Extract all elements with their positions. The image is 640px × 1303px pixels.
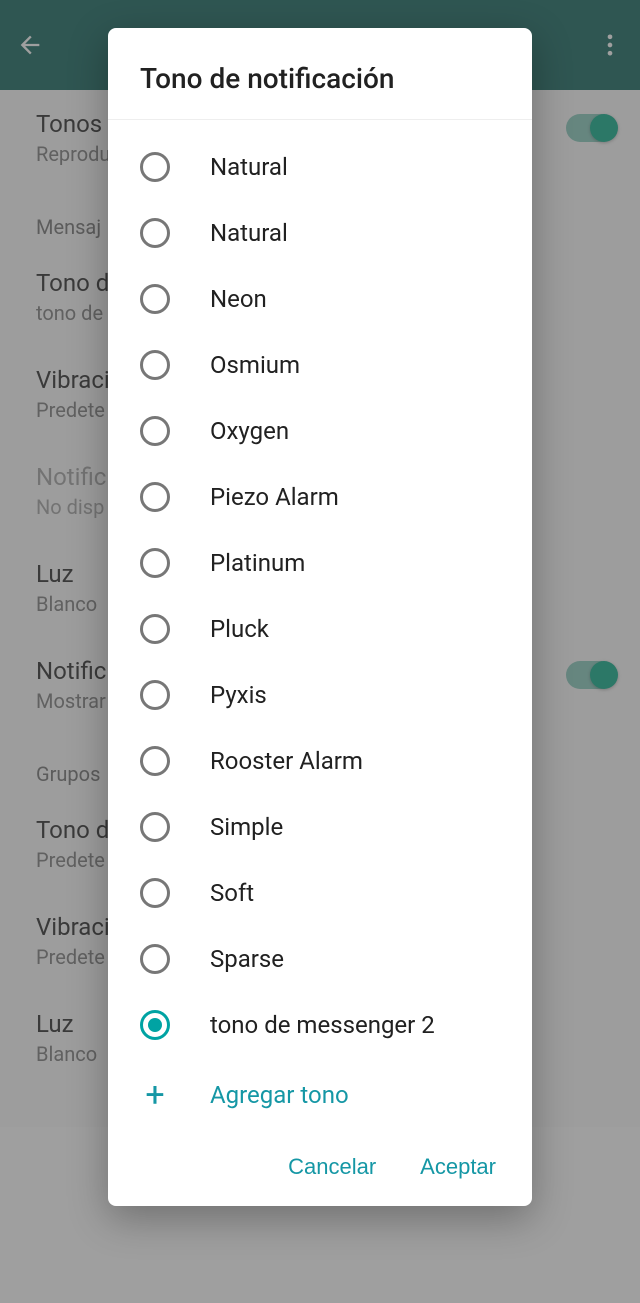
tone-option[interactable]: Natural bbox=[108, 200, 532, 266]
cancel-button[interactable]: Cancelar bbox=[288, 1154, 376, 1180]
radio-icon bbox=[140, 548, 170, 578]
radio-icon bbox=[140, 482, 170, 512]
tone-option[interactable]: Pyxis bbox=[108, 662, 532, 728]
tone-option[interactable]: Neon bbox=[108, 266, 532, 332]
tone-option[interactable]: tono de messenger 2 bbox=[108, 992, 532, 1058]
add-tone-row[interactable]: + Agregar tono bbox=[108, 1058, 532, 1132]
tone-label: Oxygen bbox=[210, 417, 289, 445]
radio-icon bbox=[140, 218, 170, 248]
radio-icon bbox=[140, 878, 170, 908]
tone-option[interactable]: Soft bbox=[108, 860, 532, 926]
dialog-title: Tono de notificación bbox=[140, 62, 500, 95]
tone-option[interactable]: Platinum bbox=[108, 530, 532, 596]
tone-option[interactable]: Pluck bbox=[108, 596, 532, 662]
radio-icon bbox=[140, 1010, 170, 1040]
dialog-header: Tono de notificación bbox=[108, 28, 532, 120]
radio-icon bbox=[140, 284, 170, 314]
radio-icon bbox=[140, 944, 170, 974]
tone-label: Pyxis bbox=[210, 681, 267, 709]
tone-option[interactable]: Osmium bbox=[108, 332, 532, 398]
radio-icon bbox=[140, 812, 170, 842]
plus-icon: + bbox=[140, 1080, 170, 1110]
tone-option[interactable]: Natural bbox=[108, 134, 532, 200]
tone-label: Neon bbox=[210, 285, 267, 313]
tone-label: Pluck bbox=[210, 615, 269, 643]
radio-icon bbox=[140, 680, 170, 710]
tone-label: tono de messenger 2 bbox=[210, 1011, 435, 1039]
add-tone-label: Agregar tono bbox=[210, 1081, 349, 1109]
tone-option[interactable]: Simple bbox=[108, 794, 532, 860]
tone-option-list[interactable]: Natural Natural Neon Osmium Oxygen Piezo Alar… bbox=[108, 120, 532, 1136]
tone-option[interactable]: Rooster Alarm bbox=[108, 728, 532, 794]
tone-label: Piezo Alarm bbox=[210, 483, 339, 511]
accept-button[interactable]: Aceptar bbox=[420, 1154, 496, 1180]
tone-option[interactable]: Oxygen bbox=[108, 398, 532, 464]
tone-label: Rooster Alarm bbox=[210, 747, 363, 775]
tone-label: Natural bbox=[210, 153, 288, 181]
tone-option[interactable]: Piezo Alarm bbox=[108, 464, 532, 530]
tone-label: Sparse bbox=[210, 945, 284, 973]
dialog-actions: Cancelar Aceptar bbox=[108, 1136, 532, 1206]
notification-tone-dialog: Tono de notificación Natural Natural Neon O… bbox=[108, 28, 532, 1206]
radio-icon bbox=[140, 614, 170, 644]
tone-label: Natural bbox=[210, 219, 288, 247]
radio-icon bbox=[140, 416, 170, 446]
radio-icon bbox=[140, 152, 170, 182]
tone-label: Simple bbox=[210, 813, 283, 841]
tone-option[interactable]: Sparse bbox=[108, 926, 532, 992]
tone-label: Osmium bbox=[210, 351, 300, 379]
tone-label: Platinum bbox=[210, 549, 305, 577]
tone-label: Soft bbox=[210, 879, 254, 907]
radio-icon bbox=[140, 350, 170, 380]
radio-icon bbox=[140, 746, 170, 776]
